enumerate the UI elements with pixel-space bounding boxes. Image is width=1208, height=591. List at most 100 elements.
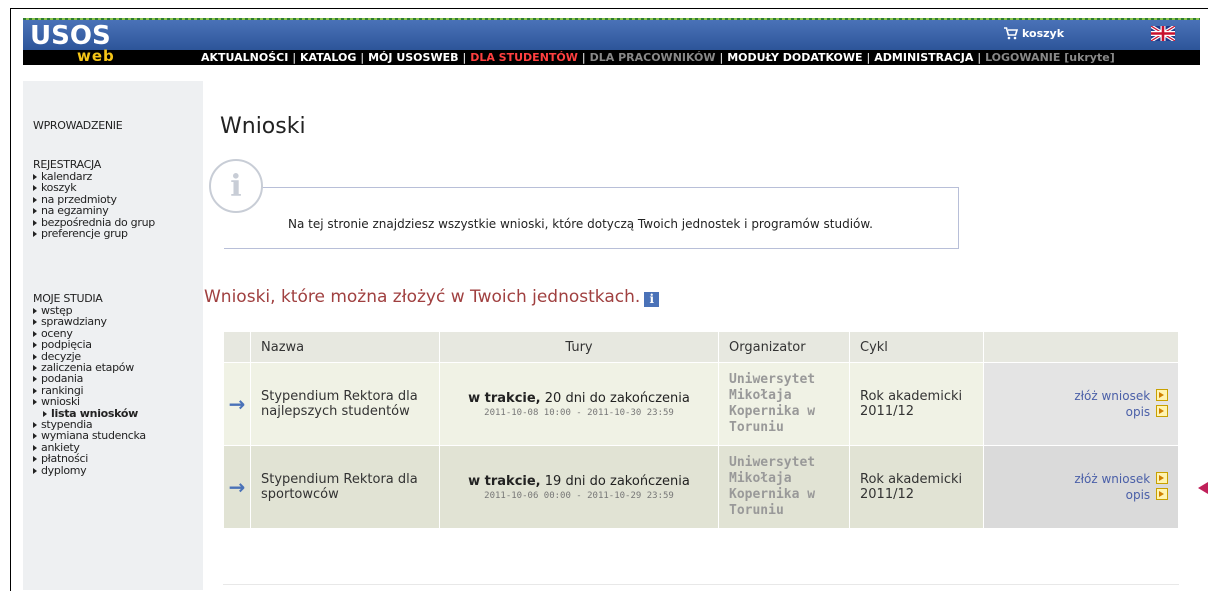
col-header-nazwa: Nazwa [250,331,440,363]
cell-tury: w trakcie, 20 dni do zakończenia 2011-10-… [439,362,719,446]
cell-cykl: Rok akademicki 2011/12 [849,445,984,529]
description-link[interactable]: opis [994,404,1168,420]
main-nav: AKTUALNOŚCI | KATALOG | MÓJ USOSWEB | DLA STUD… [201,51,1115,65]
sidebar-list-rejestracja: kalendarz koszyk na przedmioty na egzaminy b… [33,171,155,239]
cell-actions: złóż wniosek opis [983,445,1179,529]
nav-item-0[interactable]: AKTUALNOŚCI [201,51,288,64]
nav-separator: | [866,51,871,64]
external-arrow-icon [1156,472,1168,484]
arrow-right-icon[interactable]: → [229,475,246,499]
submit-label: złóż wniosek [1074,472,1151,486]
organizer-text: Uniwersytet Mikołaja Kopernika w Toruniu [729,372,816,435]
remaining-text: 19 dni do zakończenia [544,473,690,489]
cell-cykl: Rok akademicki 2011/12 [849,362,984,446]
nav-separator: | [581,51,586,64]
col-header-tury: Tury [439,331,719,363]
nav-separator: | [292,51,297,64]
nav-separator: | [360,51,365,64]
submit-label: złóż wniosek [1074,389,1151,403]
cell-nazwa: Stypendium Rektora dla najlepszych stude… [250,362,440,446]
info-text: Na tej stronie znajdziesz wszystkie wnio… [288,217,873,231]
row-arrow-cell: → [223,362,251,446]
nav-item-2[interactable]: MÓJ USOSWEB [368,51,458,64]
nav-separator: | [719,51,724,64]
bullet-triangle-icon [33,399,37,406]
nav-item-7[interactable]: LOGOWANIE [ukryte] [985,51,1115,64]
cart-link[interactable]: koszyk [1004,26,1064,42]
bullet-triangle-icon [33,444,37,451]
page-title: Wnioski [220,114,306,139]
sidebar-intro[interactable]: WPROWADZENIE [33,119,123,132]
external-arrow-icon [1156,405,1168,417]
status-text: w trakcie, [468,390,541,406]
bullet-triangle-icon [33,319,37,326]
sidebar-item-rejestracja[interactable]: preferencje grup [33,228,155,239]
info-icon: i [209,159,263,213]
col-header-cykl: Cykl [849,331,984,363]
section-heading-text: Wnioski, które można złożyć w Twoich jed… [204,287,641,307]
site-header: USOS web koszyk AKTUALNOŚCI | KATALOG | MÓJ … [23,18,1200,81]
bullet-triangle-icon [33,422,37,429]
nav-separator: | [462,51,467,64]
date-range: 2011-10-06 00:00 - 2011-10-29 23:59 [484,490,674,501]
bullet-triangle-icon [33,308,37,314]
col-header-actions [983,331,1179,363]
bullet-triangle-icon [43,410,47,417]
cell-nazwa: Stypendium Rektora dla sportowców [250,445,440,529]
description-link[interactable]: opis [994,487,1168,503]
bullet-triangle-icon [33,467,37,474]
logo-web[interactable]: web [77,49,115,64]
description-label: opis [1125,488,1151,502]
organizer-text: Uniwersytet Mikołaja Kopernika w Toruniu [729,455,816,518]
bullet-triangle-icon [33,208,37,215]
bullet-triangle-icon [33,365,37,372]
nav-item-5[interactable]: MODUŁY DODATKOWE [727,51,862,64]
content-bottom-divider [223,584,1179,585]
applications-table: Nazwa Tury Organizator Cykl → Stypendium … [223,331,1179,529]
bullet-triangle-icon [33,353,37,360]
sidebar-item-label: dyplomy [41,463,87,477]
help-info-icon[interactable]: i [644,292,660,307]
bullet-triangle-icon [33,387,37,394]
table-row: → Stypendium Rektora dla sportowców w trak… [223,445,1179,529]
description-label: opis [1125,405,1151,419]
cart-label: koszyk [1022,27,1065,40]
bullet-triangle-icon [33,330,37,337]
table-row: → Stypendium Rektora dla najlepszych stud… [223,362,1179,446]
bullet-triangle-icon [33,456,37,463]
bullet-triangle-icon [33,376,37,383]
cell-organizator: Uniwersytet Mikołaja Kopernika w Toruniu [718,445,850,529]
edge-marker [1198,482,1208,494]
date-range: 2011-10-08 10:00 - 2011-10-30 23:59 [484,407,674,418]
remaining-text: 20 dni do zakończenia [544,390,690,406]
bullet-triangle-icon [33,433,37,440]
cart-icon [1004,27,1019,40]
section-heading: Wnioski, które można złożyć w Twoich jed… [204,287,660,307]
col-header-organizator: Organizator [718,331,850,363]
bullet-triangle-icon [33,185,37,192]
info-box: i Na tej stronie znajdziesz wszystkie wn… [209,159,959,249]
sidebar-item-label: preferencje grup [41,227,128,241]
uk-flag-icon[interactable] [1151,26,1175,41]
submit-application-link[interactable]: złóż wniosek [994,471,1168,487]
submit-application-link[interactable]: złóż wniosek [994,388,1168,404]
nav-item-3[interactable]: DLA STUDENTÓW [470,51,578,64]
row-arrow-cell: → [223,445,251,529]
external-arrow-icon [1156,488,1168,500]
sidebar-item-moje-studia[interactable]: dyplomy [33,463,146,477]
cell-organizator: Uniwersytet Mikołaja Kopernika w Toruniu [718,362,850,446]
table-header-row: Nazwa Tury Organizator Cykl [223,331,1179,363]
bullet-triangle-icon [33,196,37,203]
sidebar-list-moje-studia: wstęp sprawdziany oceny podpięcia decyzje zal… [33,305,146,476]
bullet-triangle-icon [33,231,37,238]
cell-tury: w trakcie, 19 dni do zakończenia 2011-10-… [439,445,719,529]
nav-item-1[interactable]: KATALOG [300,51,356,64]
arrow-right-icon[interactable]: → [229,392,246,416]
col-header-arrow [223,331,251,363]
bullet-triangle-icon [33,174,37,180]
nav-item-6[interactable]: ADMINISTRACJA [874,51,973,64]
nav-item-4[interactable]: DLA PRACOWNIKÓW [590,51,716,64]
external-arrow-icon [1156,389,1168,401]
bullet-triangle-icon [33,342,37,349]
sidebar: WPROWADZENIE REJESTRACJA kalendarz koszyk… [23,81,203,590]
